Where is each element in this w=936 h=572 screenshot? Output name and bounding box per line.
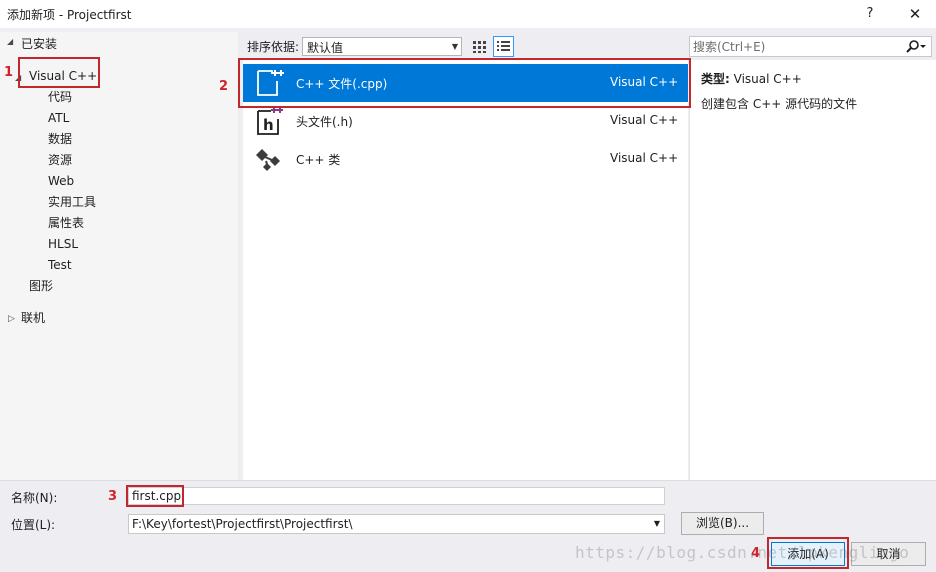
browse-button[interactable]: 浏览(B)... [681, 512, 764, 535]
tree-item-property-sheet[interactable]: 属性表 [48, 214, 84, 232]
tree-item-test[interactable]: Test [48, 256, 72, 274]
sort-value: 默认值 [307, 41, 344, 55]
list-view-icon[interactable] [493, 36, 514, 57]
type-row: 类型: Visual C++ [701, 70, 802, 87]
search-icon[interactable] [905, 39, 927, 55]
window-title: 添加新项 - Projectfirst [7, 8, 132, 22]
tree-item-graphics[interactable]: 图形 [29, 277, 53, 295]
tree-item-atl[interactable]: ATL [48, 109, 69, 127]
details-panel: 类型: Visual C++ 创建包含 C++ 源代码的文件 [689, 60, 936, 480]
dropdown-arrow-icon[interactable]: ▼ [654, 517, 660, 531]
dropdown-arrow-icon: ▼ [451, 42, 458, 51]
tree-item-hlsl[interactable]: HLSL [48, 235, 78, 253]
annotation-box-2 [238, 58, 691, 108]
close-button[interactable]: ✕ [902, 4, 928, 24]
annotation-number-2: 2 [219, 79, 229, 94]
expand-caret-icon[interactable]: ◢ [7, 37, 13, 46]
location-combobox[interactable]: F:\Key\fortest\Projectfirst\Projectfirst… [128, 514, 665, 534]
name-field [128, 487, 665, 505]
category-tree: ◢ 已安装 ◢ Visual C++ 代码 ATL 数据 资源 Web 实用工具… [0, 32, 238, 480]
tree-item-resource[interactable]: 资源 [48, 151, 72, 169]
template-name: C++ 类 [296, 153, 341, 167]
tree-item-web[interactable]: Web [48, 172, 74, 190]
template-description: 创建包含 C++ 源代码的文件 [701, 97, 858, 111]
sort-label: 排序依据: [247, 40, 300, 54]
header-file-icon: h [253, 105, 285, 137]
cpp-class-icon [253, 143, 285, 175]
template-name: 头文件(.h) [296, 115, 353, 129]
template-language: Visual C++ [610, 113, 679, 127]
tree-item-data[interactable]: 数据 [48, 130, 72, 148]
annotation-number-4: 4 [751, 546, 761, 561]
tree-item-online[interactable]: 联机 [21, 309, 45, 327]
annotation-number-3: 3 [108, 489, 118, 504]
annotation-box-4 [767, 537, 849, 569]
tree-item-installed[interactable]: 已安装 [21, 35, 57, 53]
type-value: Visual C++ [733, 72, 802, 86]
annotation-box-1 [18, 57, 100, 88]
tree-item-code[interactable]: 代码 [48, 88, 72, 106]
watermark: https://blog.csdn.net/lpkenglingo [575, 543, 910, 562]
title-bar [0, 0, 936, 28]
location-label: 位置(L): [11, 518, 56, 532]
grid-view-icon[interactable] [470, 37, 489, 56]
collapse-caret-icon[interactable]: ▷ [8, 314, 15, 324]
template-list: C++ 文件(.cpp) Visual C++ h 头文件(.h) Visual… [243, 60, 688, 480]
annotation-box-3 [126, 485, 184, 507]
location-value: F:\Key\fortest\Projectfirst\Projectfirst… [132, 517, 353, 531]
name-label: 名称(N): [11, 491, 58, 505]
template-item-cpp-class[interactable]: C++ 类 Visual C++ [243, 140, 688, 178]
sort-select[interactable]: 默认值 ▼ [302, 37, 462, 56]
help-button[interactable]: ? [858, 4, 882, 24]
svg-text:h: h [263, 116, 274, 134]
annotation-number-1: 1 [4, 65, 14, 80]
search-input[interactable] [693, 38, 898, 55]
template-language: Visual C++ [610, 151, 679, 165]
type-label: 类型: [701, 72, 730, 86]
name-input[interactable] [132, 488, 652, 504]
tree-item-utility[interactable]: 实用工具 [48, 193, 96, 211]
search-box [689, 36, 932, 57]
